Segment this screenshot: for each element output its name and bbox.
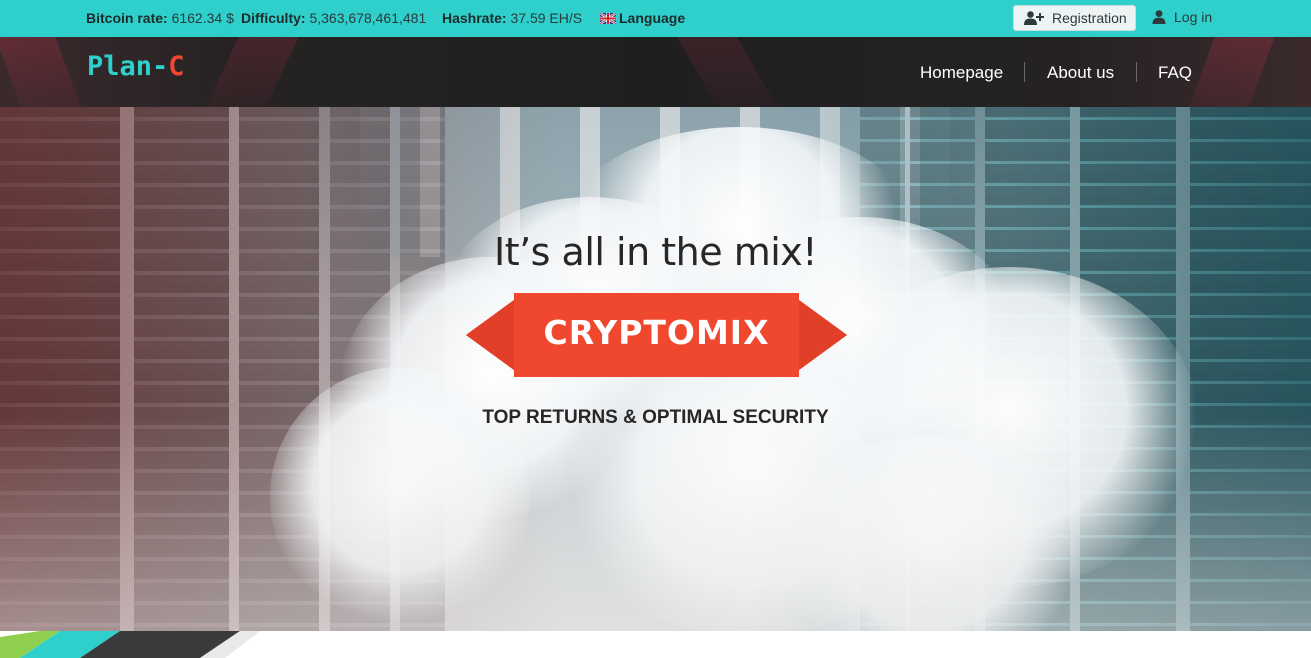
navbar-light-ray	[1178, 37, 1282, 107]
navbar-light-ray	[192, 37, 308, 107]
logo-text-plan: Plan-	[87, 51, 169, 82]
login-link[interactable]: Log in	[1152, 9, 1212, 25]
navbar-light-ray	[665, 37, 795, 107]
nav-divider	[1024, 62, 1025, 82]
user-plus-icon	[1024, 11, 1044, 25]
navbar-light-ray	[0, 37, 92, 107]
nav-divider	[1136, 62, 1137, 82]
next-section-preview	[0, 631, 1311, 658]
decorative-shapes	[0, 631, 260, 658]
hashrate: Hashrate: 37.59 EH/S	[442, 10, 582, 26]
nav-about-us[interactable]: About us	[1047, 63, 1114, 83]
bitcoin-rate: Bitcoin rate: 6162.34 $	[86, 10, 234, 26]
logo-text-c: C	[168, 51, 185, 82]
difficulty-value: 5,363,678,461,481	[309, 10, 427, 26]
language-selector[interactable]: Language	[600, 10, 685, 26]
nav-homepage[interactable]: Homepage	[920, 63, 1003, 83]
uk-flag-icon	[600, 13, 616, 24]
login-label: Log in	[1174, 9, 1213, 25]
nav-faq[interactable]: FAQ	[1158, 63, 1192, 83]
site-logo[interactable]: Plan-C	[87, 51, 185, 82]
hero-subtitle: TOP RETURNS & OPTIMAL SECURITY	[482, 407, 829, 428]
difficulty-label: Difficulty:	[241, 10, 306, 26]
difficulty: Difficulty: 5,363,678,461,481	[241, 10, 426, 26]
hero-tagline: It’s all in the mix!	[493, 230, 818, 274]
registration-button[interactable]: Registration	[1013, 5, 1136, 31]
hashrate-value: 37.59 EH/S	[510, 10, 583, 26]
hero-section: It’s all in the mix! CRYPTOMIX TOP RETUR…	[0, 107, 1311, 631]
hashrate-label: Hashrate:	[442, 10, 507, 26]
user-icon	[1152, 10, 1166, 24]
bitcoin-rate-value: 6162.34 $	[171, 10, 234, 26]
top-info-bar: Bitcoin rate: 6162.34 $ Difficulty: 5,36…	[0, 0, 1311, 37]
registration-label: Registration	[1052, 10, 1127, 26]
bitcoin-rate-label: Bitcoin rate:	[86, 10, 168, 26]
main-navbar: Plan-C Homepage About us FAQ	[0, 37, 1311, 107]
language-label: Language	[619, 10, 686, 26]
banner-text: CRYPTOMIX	[543, 313, 770, 352]
hero-haze	[0, 411, 1311, 631]
